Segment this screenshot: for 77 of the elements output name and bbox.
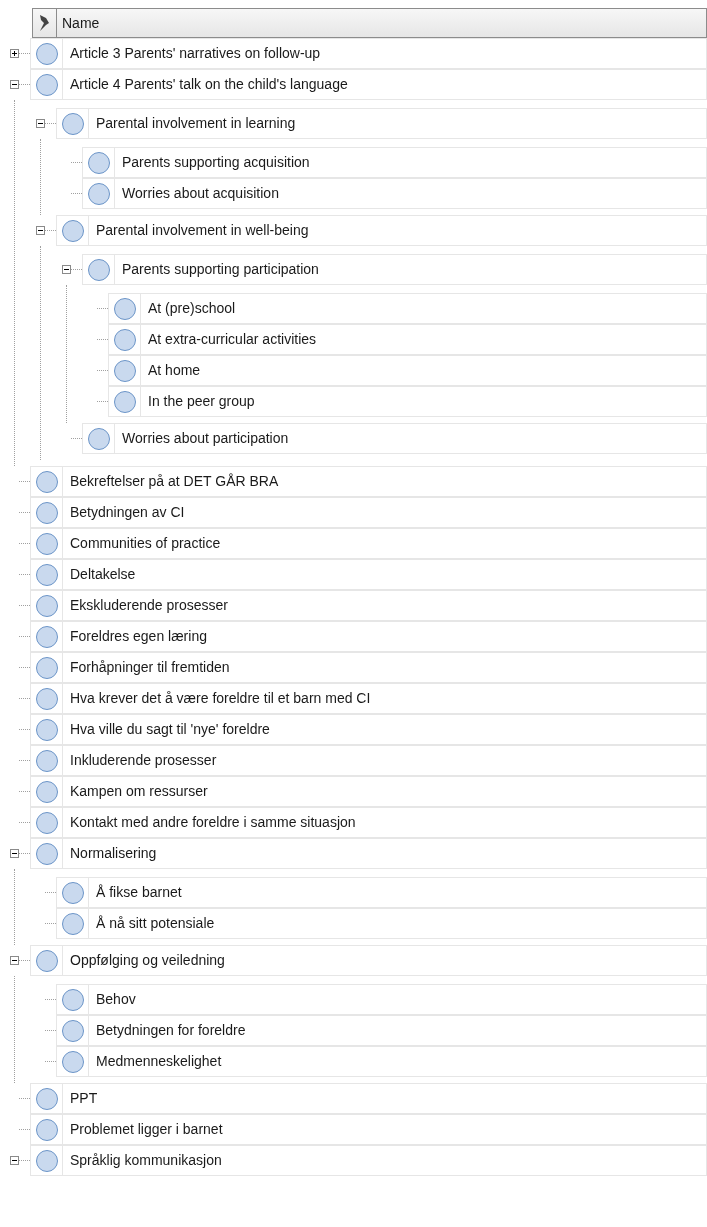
node-label: Å fikse barnet	[95, 883, 182, 902]
tree-row[interactable]: Inkluderende prosesser	[30, 745, 707, 776]
collapse-button[interactable]	[36, 119, 45, 128]
tree-row[interactable]: Kampen om ressurser	[30, 776, 707, 807]
node-label: Inkluderende prosesser	[69, 751, 217, 770]
tree-row[interactable]: At (pre)school	[108, 293, 707, 324]
node-label: Parents supporting acquisition	[121, 153, 310, 172]
node-label: Forhåpninger til fremtiden	[69, 658, 230, 677]
tree-row[interactable]: Deltakelse	[30, 559, 707, 590]
node-label: Worries about participation	[121, 429, 289, 448]
node-label: Parents supporting participation	[121, 260, 319, 279]
tree-row[interactable]: Forhåpninger til fremtiden	[30, 652, 707, 683]
tree-row[interactable]: At home	[108, 355, 707, 386]
name-column-header[interactable]: Name	[57, 9, 100, 37]
node-label: Worries about acquisition	[121, 184, 279, 203]
tree-row[interactable]: Parents supporting participation	[82, 254, 707, 285]
node-label: Betydningen av CI	[69, 503, 185, 522]
tree-row[interactable]: Problemet ligger i barnet	[30, 1114, 707, 1145]
node-label: In the peer group	[147, 392, 255, 411]
node-label: Hva ville du sagt til 'nye' foreldre	[69, 720, 270, 739]
tree-row[interactable]: Ekskluderende prosesser	[30, 590, 707, 621]
node-label: At home	[147, 361, 201, 380]
tree-row[interactable]: Kontakt med andre foreldre i samme situasjon	[30, 807, 707, 838]
tree-row[interactable]: Article 3 Parents' narratives on follow-up	[30, 38, 707, 69]
tree-row[interactable]: Parents supporting acquisition	[82, 147, 707, 178]
node-label: Communities of practice	[69, 534, 221, 553]
node-label: Parental involvement in learning	[95, 114, 296, 133]
tree-row[interactable]: Betydningen av CI	[30, 497, 707, 528]
node-label: Deltakelse	[69, 565, 136, 584]
node-label: Foreldres egen læring	[69, 627, 207, 646]
collapse-button[interactable]	[10, 1156, 19, 1165]
node-label: Parental involvement in well-being	[95, 221, 309, 240]
node-label: At (pre)school	[147, 299, 236, 318]
node-label: Oppfølging og veiledning	[69, 951, 225, 970]
node-label: Betydningen for foreldre	[95, 1021, 246, 1040]
node-label: Kampen om ressurser	[69, 782, 208, 801]
node-label: Bekreftelser på at DET GÅR BRA	[69, 472, 279, 491]
node-label: PPT	[69, 1089, 98, 1108]
tree-row[interactable]: Oppfølging og veiledning	[30, 945, 707, 976]
node-label: Språklig kommunikasjon	[69, 1151, 222, 1170]
node-label: Medmenneskelighet	[95, 1052, 222, 1071]
collapse-button[interactable]	[36, 226, 45, 235]
tree-row[interactable]: Bekreftelser på at DET GÅR BRA	[30, 466, 707, 497]
collapse-button[interactable]	[10, 849, 19, 858]
node-label: Kontakt med andre foreldre i samme situasjon	[69, 813, 356, 832]
tree-row[interactable]: Foreldres egen læring	[30, 621, 707, 652]
collapse-button[interactable]	[10, 80, 19, 89]
tree-row[interactable]: Å nå sitt potensiale	[56, 908, 707, 939]
tree-row[interactable]: Betydningen for foreldre	[56, 1015, 707, 1046]
tree-row[interactable]: Normalisering	[30, 838, 707, 869]
node-label: Behov	[95, 990, 136, 1009]
tree-row[interactable]: Worries about acquisition	[82, 178, 707, 209]
tree-row[interactable]: Article 4 Parents' talk on the child's language	[30, 69, 707, 100]
tree-row[interactable]: PPT	[30, 1083, 707, 1114]
node-label: At extra-curricular activities	[147, 330, 317, 349]
node-label: Å nå sitt potensiale	[95, 914, 215, 933]
tree-row[interactable]: Medmenneskelighet	[56, 1046, 707, 1077]
tree-row[interactable]: Hva krever det å være foreldre til et barn med CI	[30, 683, 707, 714]
node-label: Article 3 Parents' narratives on follow-up	[69, 44, 321, 63]
collapse-button[interactable]	[10, 956, 19, 965]
expand-button[interactable]	[10, 49, 19, 58]
node-label: Ekskluderende prosesser	[69, 596, 228, 615]
tree-row[interactable]: Behov	[56, 984, 707, 1015]
tree-row[interactable]: Språklig kommunikasjon	[30, 1145, 707, 1176]
tree-row[interactable]: Communities of practice	[30, 528, 707, 559]
tree-row[interactable]: Hva ville du sagt til 'nye' foreldre	[30, 714, 707, 745]
tree-row[interactable]: At extra-curricular activities	[108, 324, 707, 355]
node-label: Problemet ligger i barnet	[69, 1120, 223, 1139]
node-label: Article 4 Parents' talk on the child's language	[69, 75, 348, 94]
node-label: Normalisering	[69, 844, 157, 863]
tree-row[interactable]: Worries about participation	[82, 423, 707, 454]
tree-row[interactable]: Parental involvement in well-being	[56, 215, 707, 246]
tree-row[interactable]: Å fikse barnet	[56, 877, 707, 908]
collapse-button[interactable]	[62, 265, 71, 274]
tree-row[interactable]: Parental involvement in learning	[56, 108, 707, 139]
node-label: Hva krever det å være foreldre til et barn med CI	[69, 689, 371, 708]
tree-row[interactable]: In the peer group	[108, 386, 707, 417]
